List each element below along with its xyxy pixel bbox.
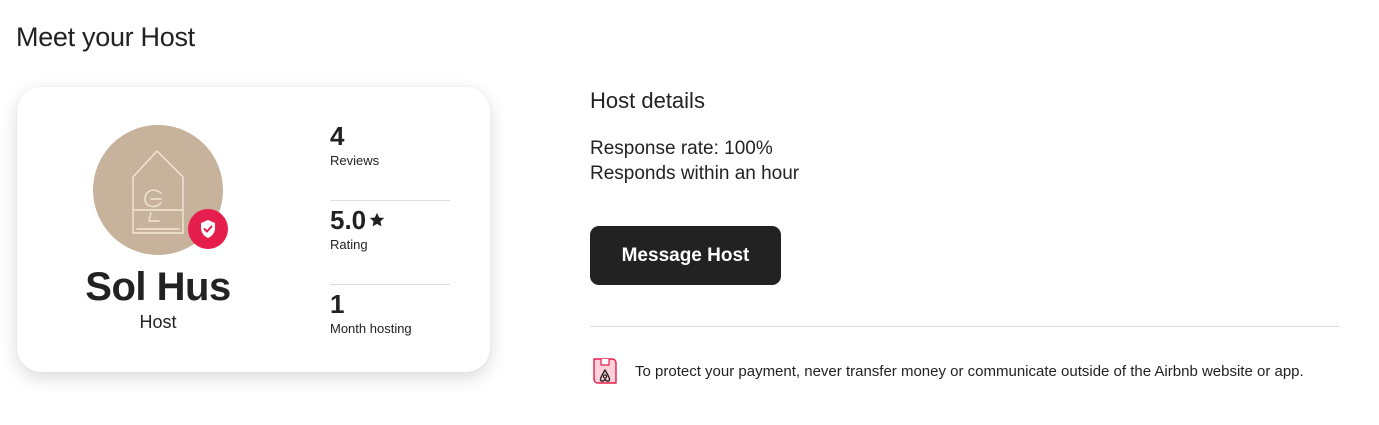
host-details: Host details Response rate: 100% Respond… — [590, 86, 1339, 384]
shield-check-icon — [201, 220, 215, 238]
section-title: Meet your Host — [16, 22, 195, 52]
stat-label: Rating — [330, 237, 368, 252]
payment-notice-text: To protect your payment, never transfer … — [635, 362, 1304, 380]
stat-label: Reviews — [330, 153, 380, 168]
host-stats: 4 Reviews 5.0 Rating 1 Month hosting — [330, 117, 450, 369]
stat-value: 1 — [330, 288, 450, 320]
host-role: Host — [139, 312, 177, 332]
response-time: Responds within an hour — [590, 163, 800, 184]
meet-your-host-section: Meet your Host Sol Hus Host 4 Reviews 5.… — [0, 0, 1379, 425]
host-details-heading: Host details — [590, 88, 705, 113]
stat-value: 4 — [330, 120, 450, 152]
stat-rating: 5.0 Rating — [330, 201, 450, 285]
star-icon — [370, 212, 385, 227]
stat-months-hosting: 1 Month hosting — [330, 285, 450, 369]
reviews-count: 4 — [330, 121, 345, 151]
host-card[interactable]: Sol Hus Host 4 Reviews 5.0 Rating 1 Mont… — [17, 87, 490, 372]
payment-notice: To protect your payment, never transfer … — [590, 356, 1339, 386]
host-details-lines: Response rate: 100% Responds within an h… — [590, 136, 1339, 186]
airbnb-shield-icon — [593, 358, 617, 384]
verified-badge — [188, 209, 228, 249]
host-name: Sol Hus — [85, 265, 231, 309]
months-count: 1 — [330, 289, 345, 319]
message-host-button[interactable]: Message Host — [590, 226, 781, 285]
response-rate: Response rate: 100% — [590, 138, 773, 159]
divider — [590, 326, 1339, 327]
stat-value: 5.0 — [330, 204, 450, 236]
stat-label: Month hosting — [330, 321, 412, 336]
rating-value: 5.0 — [330, 205, 367, 235]
host-profile: Sol Hus Host — [17, 87, 299, 372]
stat-reviews: 4 Reviews — [330, 117, 450, 201]
